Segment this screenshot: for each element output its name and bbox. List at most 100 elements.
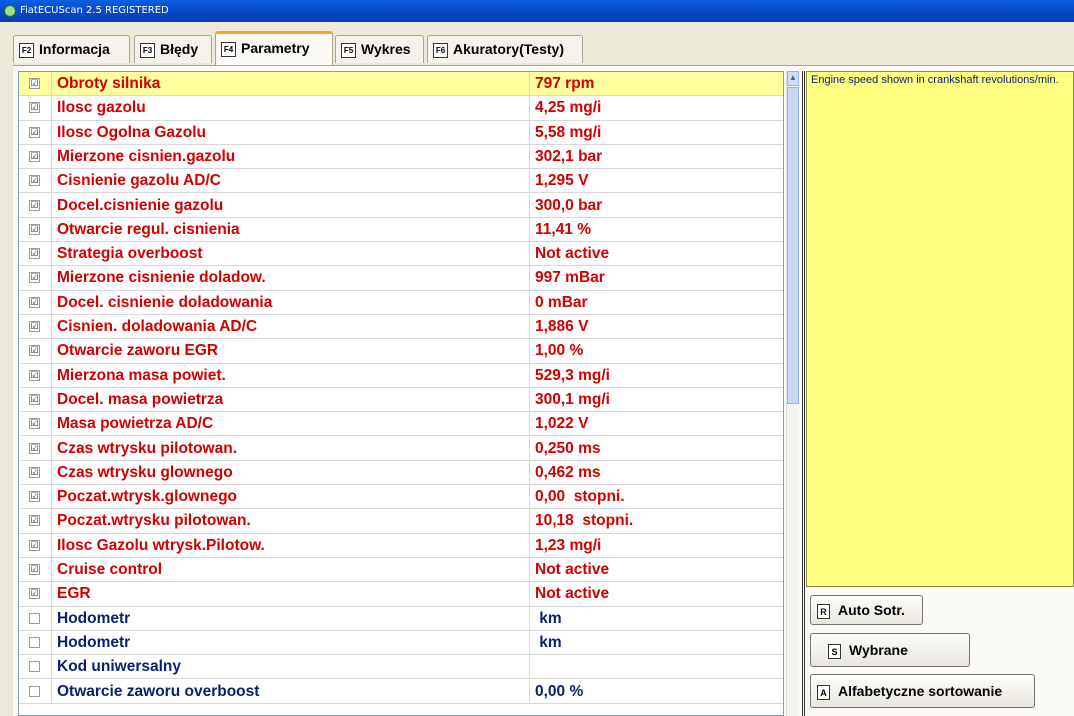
alphabetical-sort-button[interactable]: A Alfabetyczne sortowanie	[810, 674, 1035, 708]
checkbox-checked-icon[interactable]: ☑	[29, 393, 40, 405]
checkbox-checked-icon[interactable]: ☑	[29, 418, 40, 430]
parameter-name: Docel. masa powietrza	[57, 390, 224, 408]
parameter-name: Docel.cisnienie gazolu	[57, 196, 224, 214]
table-row[interactable]: ☑ Docel.cisnienie gazolu 300,0 bar	[19, 193, 783, 218]
table-row[interactable]: ☑ Cisnien. doladowania AD/C 1,886 V	[19, 315, 783, 340]
parameter-name: Otwarcie zaworu overboost	[57, 682, 260, 700]
column-divider	[529, 582, 530, 606]
table-row[interactable]: ☑ Poczat.wtrysku pilotowan. 10,18 stopni.	[19, 509, 783, 534]
selected-button[interactable]: S Wybrane	[810, 633, 970, 667]
scroll-up-icon[interactable]: ▲	[787, 71, 799, 86]
parameter-value: Not active	[535, 245, 610, 263]
table-row[interactable]: ☑ Mierzone cisnien.gazolu 302,1 bar	[19, 144, 783, 170]
table-row[interactable]: ☑ Poczat.wtrysk.glownego 0,00 stopni.	[19, 485, 783, 510]
checkbox-checked-icon[interactable]: ☑	[29, 345, 40, 357]
table-row[interactable]: Kod uniwersalny	[19, 655, 783, 680]
checkbox-checked-icon[interactable]: ☑	[29, 150, 40, 162]
checkbox-checked-icon[interactable]: ☑	[29, 199, 40, 211]
table-row[interactable]: ☑ Ilosc gazolu 4,25 mg/i	[19, 96, 783, 121]
tab-hotkey: F4	[221, 41, 236, 57]
table-row[interactable]: ☑ EGR Not active	[19, 582, 783, 607]
auto-sort-button[interactable]: R Auto Sotr.	[810, 595, 923, 625]
scroll-thumb[interactable]	[787, 87, 799, 404]
checkbox-checked-icon[interactable]: ☑	[29, 539, 40, 551]
table-row[interactable]: ☑ Ilosc Gazolu wtrysk.Pilotow. 1,23 mg/i	[19, 533, 783, 558]
parameter-name: Otwarcie zaworu EGR	[57, 342, 219, 360]
tab-bledy[interactable]: F3 Błędy	[134, 35, 212, 63]
parameter-name: Docel. cisnienie doladowania	[57, 293, 273, 311]
checkbox-checked-icon[interactable]: ☑	[29, 321, 40, 332]
checkbox-checked-icon[interactable]: ☑	[29, 564, 40, 575]
tab-wykres[interactable]: F5 Wykres	[335, 35, 424, 63]
checkbox-checked-icon[interactable]: ☑	[29, 223, 40, 235]
parameter-value: 997 mBar	[535, 269, 605, 287]
tab-label: Błędy	[160, 41, 199, 57]
table-row[interactable]: Hodometr km	[19, 630, 783, 656]
table-row[interactable]: ☑ Strategia overboost Not active	[19, 242, 783, 267]
tab-label: Akuratory(Testy)	[453, 41, 564, 57]
parameter-value: 0,00 %	[535, 682, 584, 700]
table-row[interactable]: Hodometr km	[19, 606, 783, 631]
parameter-name: Mierzona masa powiet.	[57, 366, 226, 384]
column-divider	[51, 72, 52, 96]
table-row[interactable]: ☑ Ilosc Ogolna Gazolu 5,58 mg/i	[19, 120, 783, 145]
checkbox-unchecked-icon[interactable]	[29, 636, 40, 648]
checkbox-checked-icon[interactable]: ☑	[29, 126, 40, 138]
parameter-value: 529,3 mg/i	[535, 366, 610, 384]
table-row[interactable]: ☑ Cruise control Not active	[19, 558, 783, 583]
checkbox-checked-icon[interactable]: ☑	[29, 466, 40, 478]
button-hotkey: S	[828, 643, 841, 659]
checkbox-checked-icon[interactable]: ☑	[29, 442, 40, 454]
column-divider	[51, 460, 52, 485]
table-row[interactable]: ☑ Cisnienie gazolu AD/C 1,295 V	[19, 169, 783, 194]
checkbox-checked-icon[interactable]: ☑	[29, 272, 40, 284]
checkbox-checked-icon[interactable]: ☑	[29, 515, 40, 527]
table-row[interactable]: ☑ Czas wtrysku pilotowan. 0,250 ms	[19, 436, 783, 461]
checkbox-checked-icon[interactable]: ☑	[29, 588, 40, 600]
column-divider	[529, 169, 530, 193]
parameter-name: Poczat.wtrysk.glownego	[57, 488, 238, 506]
parameter-value: 1,886 V	[535, 318, 589, 335]
table-row[interactable]: ☑ Otwarcie regul. cisnienia 11,41 %	[19, 217, 783, 243]
checkbox-unchecked-icon[interactable]	[29, 685, 40, 697]
column-divider	[529, 242, 530, 266]
table-row[interactable]: Otwarcie zaworu overboost 0,00 %	[19, 679, 783, 704]
table-row[interactable]: ☑ Obroty silnika 797 rpm	[19, 72, 783, 97]
checkbox-unchecked-icon[interactable]	[29, 661, 40, 673]
table-row[interactable]: ☑ Mierzone cisnienie doladow. 997 mBar	[19, 266, 783, 291]
vertical-scrollbar[interactable]: ▲	[786, 71, 799, 716]
parameter-value: 302,1 bar	[535, 147, 603, 165]
tab-informacja[interactable]: F2 Informacja	[13, 35, 130, 63]
parameter-name: Obroty silnika	[57, 75, 161, 92]
checkbox-checked-icon[interactable]: ☑	[29, 175, 40, 187]
table-row[interactable]: ☑ Docel. masa powietrza 300,1 mg/i	[19, 387, 783, 413]
column-divider	[51, 679, 52, 703]
parameter-value: 1,00 %	[535, 342, 584, 360]
table-row[interactable]: ☑ Docel. cisnienie doladowania 0 mBar	[19, 290, 783, 315]
column-divider	[529, 460, 530, 485]
description-text: Engine speed shown in crankshaft revolut…	[811, 74, 1059, 86]
parameter-value: 5,58 mg/i	[535, 123, 602, 141]
checkbox-checked-icon[interactable]: ☑	[29, 102, 40, 114]
table-row[interactable]: ☑ Otwarcie zaworu EGR 1,00 %	[19, 339, 783, 364]
column-divider	[51, 315, 52, 339]
tab-hotkey: F5	[341, 42, 356, 58]
column-divider	[51, 144, 52, 169]
checkbox-checked-icon[interactable]: ☑	[29, 78, 40, 89]
checkbox-checked-icon[interactable]: ☑	[29, 248, 40, 260]
table-row[interactable]: ☑ Masa powietrza AD/C 1,022 V	[19, 412, 783, 437]
parameters-table[interactable]: ☑ Obroty silnika 797 rpm ☑ Ilosc gazolu 4,25 …	[18, 71, 784, 716]
column-divider	[51, 630, 52, 655]
column-divider	[529, 144, 530, 169]
column-divider	[529, 630, 530, 655]
tab-parametry[interactable]: F4 Parametry	[215, 31, 333, 65]
checkbox-unchecked-icon[interactable]	[29, 612, 40, 624]
tab-label: Parametry	[241, 40, 310, 56]
checkbox-checked-icon[interactable]: ☑	[29, 369, 40, 381]
table-row[interactable]: ☑ Czas wtrysku glownego 0,462 ms	[19, 460, 783, 486]
table-row[interactable]: ☑ Mierzona masa powiet. 529,3 mg/i	[19, 363, 783, 388]
checkbox-checked-icon[interactable]: ☑	[29, 491, 40, 503]
tab-akuratory[interactable]: F6 Akuratory(Testy)	[427, 35, 583, 63]
checkbox-checked-icon[interactable]: ☑	[29, 296, 40, 308]
parameter-name: Masa powietrza AD/C	[57, 415, 214, 433]
